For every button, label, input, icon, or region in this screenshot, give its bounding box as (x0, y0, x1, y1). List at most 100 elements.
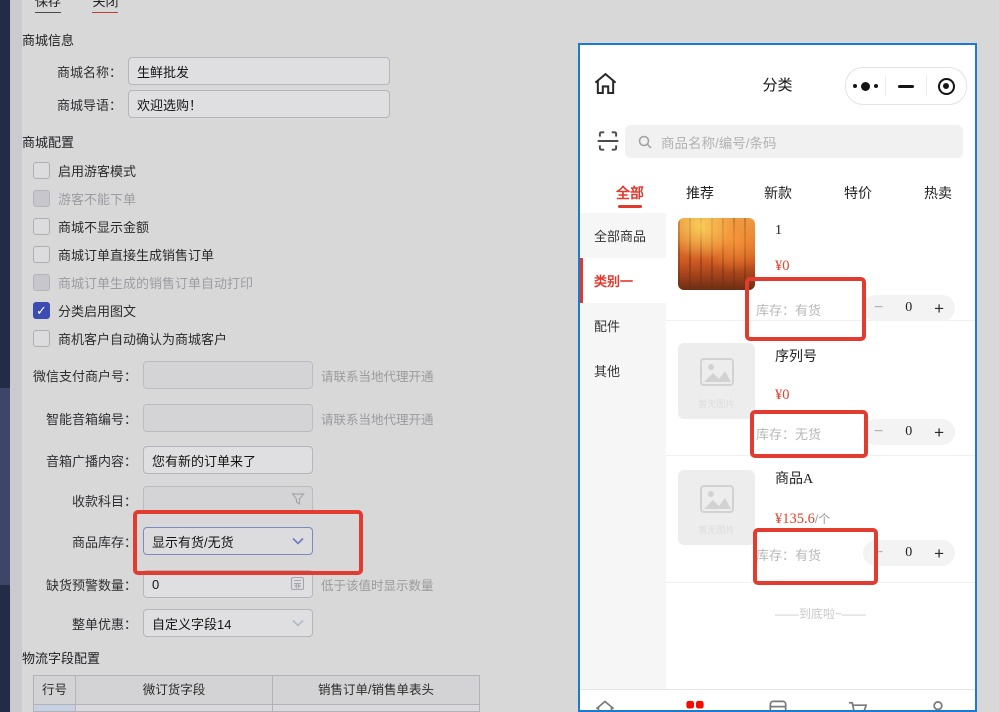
plus-button[interactable]: + (934, 545, 944, 562)
search-input[interactable]: 商品名称/编号/条码 (625, 125, 963, 158)
row-broadcast: 音箱广播内容： (22, 446, 313, 474)
wechat-pay-hint: 请联系当地代理开通 (321, 366, 434, 385)
row-stock-display: 商品库存： 显示有货/无货 (22, 527, 313, 555)
table-row[interactable] (33, 705, 480, 712)
receipt-account-label: 收款科目： (22, 491, 137, 510)
col-header-line-no: 行号 (33, 675, 76, 705)
category-accessories[interactable]: 配件 (580, 303, 666, 348)
quantity-stepper: − 0 + (863, 295, 955, 321)
minus-button[interactable]: − (874, 300, 883, 316)
checkbox-guest-mode[interactable]: 启用游客模式 (33, 160, 136, 180)
nav-home-icon[interactable] (594, 698, 617, 712)
tab-special[interactable]: 特价 (844, 183, 872, 203)
category-all-products[interactable]: 全部商品 (580, 213, 666, 258)
minus-button[interactable]: − (874, 424, 883, 440)
minus-button[interactable]: − (874, 545, 883, 561)
row-smart-speaker: 智能音箱编号： 请联系当地代理开通 (22, 404, 434, 432)
checkbox-icon (33, 190, 50, 207)
collapsed-sidebar (0, 0, 10, 712)
plus-button[interactable]: + (934, 300, 944, 317)
quantity-stepper: − 0 + (863, 419, 955, 445)
category-sidebar: 全部商品 类别一 配件 其他 (580, 213, 666, 689)
category-one[interactable]: 类别一 (580, 258, 666, 303)
row-receipt-account: 收款科目： (22, 486, 313, 514)
minimize-icon[interactable] (886, 68, 925, 104)
smart-speaker-hint: 请联系当地代理开通 (321, 409, 434, 428)
mall-slogan-input[interactable] (128, 90, 390, 118)
product-row[interactable]: 1 ¥0 库存：有货 − 0 + (666, 213, 975, 321)
row-wechat-pay: 微信支付商户号： 请联系当地代理开通 (22, 361, 434, 389)
product-list: 1 ¥0 库存：有货 − 0 + 暂无图片 序列号 ¥0 库存：无货 − (666, 213, 975, 622)
filter-funnel-icon[interactable] (291, 492, 305, 506)
quantity-value: 0 (905, 424, 912, 440)
product-row[interactable]: 暂无图片 商品A ¥135.6/个 库存：有货 − 0 + (666, 456, 975, 583)
app-window: 保存 关闭 商城信息 商城名称： 商城导语： 商城配置 启用游客模式 游客不能下… (0, 0, 999, 712)
checkbox-hide-amount[interactable]: 商城不显示金额 (33, 216, 149, 236)
product-row[interactable]: 暂无图片 序列号 ¥0 库存：无货 − 0 + (666, 321, 975, 456)
shortage-warn-input[interactable] (143, 570, 313, 598)
quantity-stepper: − 0 + (863, 540, 955, 566)
product-photo (678, 218, 755, 290)
image-icon (700, 358, 734, 386)
checkbox-icon[interactable] (33, 162, 50, 179)
checkbox-icon (33, 274, 50, 291)
checkbox-category-rich-text[interactable]: 分类启用图文 (33, 300, 136, 320)
order-discount-select[interactable]: 自定义字段14 (143, 609, 313, 637)
checkbox-icon[interactable] (33, 246, 50, 263)
target-circle-icon[interactable] (927, 68, 966, 104)
broadcast-label: 音箱广播内容： (22, 451, 137, 470)
smart-speaker-label: 智能音箱编号： (22, 409, 137, 428)
no-image-placeholder: 暂无图片 (678, 470, 755, 545)
row-mall-slogan: 商城导语： (22, 90, 390, 118)
chevron-down-icon (292, 619, 304, 627)
row-mall-name: 商城名称： (22, 57, 390, 85)
bottom-nav (580, 689, 975, 712)
more-dots-icon[interactable] (846, 68, 885, 104)
mall-slogan-label: 商城导语： (22, 95, 122, 114)
vertical-scrollbar[interactable] (10, 0, 22, 712)
close-button[interactable]: 关闭 (92, 0, 118, 13)
category-other[interactable]: 其他 (580, 348, 666, 393)
stock-display-select[interactable]: 显示有货/无货 (143, 527, 313, 555)
checkbox-icon[interactable] (33, 218, 50, 235)
mall-name-input[interactable] (128, 57, 390, 85)
sidebar-active-segment (0, 388, 10, 585)
checkbox-direct-sales-order[interactable]: 商城订单直接生成销售订单 (33, 244, 214, 264)
smart-speaker-input (143, 404, 313, 432)
receipt-account-input (143, 486, 313, 514)
col-header-field: 微订货字段 (76, 675, 273, 705)
tab-recommend[interactable]: 推荐 (686, 183, 714, 203)
toolbar: 保存 关闭 (35, 0, 118, 13)
row-shortage-warn: 缺货预警数量： 低于该值时显示数量 (22, 570, 434, 598)
nav-orders-icon[interactable] (767, 698, 790, 712)
save-button[interactable]: 保存 (35, 0, 61, 13)
shortage-warn-label: 缺货预警数量： (22, 575, 137, 594)
table-header-row: 行号 微订货字段 销售订单/销售单表头 (33, 675, 480, 705)
scan-barcode-icon[interactable] (595, 128, 621, 159)
tab-all[interactable]: 全部 (616, 183, 644, 203)
stock-label: 库存：无货 (756, 424, 821, 443)
stock-label: 库存：有货 (756, 545, 821, 564)
logistics-table: 行号 微订货字段 销售订单/销售单表头 (33, 675, 480, 712)
broadcast-input[interactable] (143, 446, 313, 474)
wechat-pay-input (143, 361, 313, 389)
checkbox-checked-icon[interactable] (33, 302, 50, 319)
section-title-logistics: 物流字段配置 (22, 648, 100, 667)
stock-label: 库存：有货 (756, 300, 821, 319)
nav-cart-icon[interactable] (847, 698, 870, 712)
tab-new[interactable]: 新款 (764, 183, 792, 203)
plus-button[interactable]: + (934, 424, 944, 441)
tab-hot[interactable]: 热卖 (924, 183, 952, 203)
nav-category-icon[interactable] (684, 698, 707, 712)
quantity-value: 0 (905, 545, 912, 561)
checkbox-auto-print: 商城订单生成的销售订单自动打印 (33, 272, 253, 292)
search-placeholder: 商品名称/编号/条码 (661, 132, 777, 152)
checkbox-auto-confirm-customer[interactable]: 商机客户自动确认为商城客户 (33, 328, 227, 348)
nav-profile-icon[interactable] (927, 698, 950, 712)
checkbox-icon[interactable] (33, 330, 50, 347)
shortage-warn-hint: 低于该值时显示数量 (321, 575, 434, 594)
mini-program-preview: 分类 商品名称/编号/条码 全部 推荐 新款 特价 热卖 全部商品 类别一 配件 (578, 43, 977, 712)
checkbox-guest-no-order: 游客不能下单 (33, 188, 136, 208)
capsule-menu (845, 67, 967, 105)
section-title-mall-info: 商城信息 (22, 30, 74, 49)
